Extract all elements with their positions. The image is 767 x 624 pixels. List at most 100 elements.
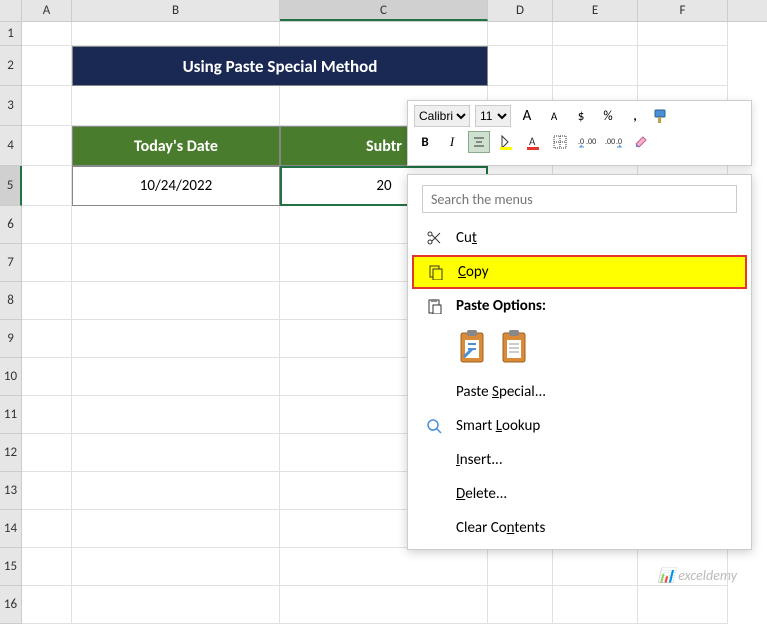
cell[interactable]	[638, 46, 728, 86]
font-family-select[interactable]: Calibri	[414, 105, 470, 127]
row-header-14[interactable]: 14	[0, 510, 22, 548]
cell[interactable]	[72, 510, 280, 548]
row-header-7[interactable]: 7	[0, 244, 22, 282]
font-size-select[interactable]: 11	[475, 105, 511, 127]
cell[interactable]	[22, 46, 72, 86]
row-header-16[interactable]: 16	[0, 586, 22, 624]
italic-button[interactable]: I	[441, 131, 463, 153]
cell[interactable]	[22, 126, 72, 166]
cell[interactable]	[280, 586, 488, 624]
col-header-a[interactable]: A	[22, 0, 72, 21]
row-header-1[interactable]: 1	[0, 22, 22, 46]
col-header-d[interactable]: D	[488, 0, 553, 21]
menu-search-input[interactable]	[422, 185, 737, 213]
cell[interactable]	[72, 358, 280, 396]
menu-insert[interactable]: Insert...	[408, 443, 751, 477]
percent-button[interactable]: %	[597, 105, 619, 127]
cell[interactable]	[22, 472, 72, 510]
cell[interactable]	[280, 548, 488, 586]
cell[interactable]	[72, 22, 280, 46]
cell[interactable]	[22, 434, 72, 472]
cell-date[interactable]: 10/24/2022	[72, 166, 280, 206]
cell[interactable]	[72, 244, 280, 282]
cell[interactable]	[638, 22, 728, 46]
cell[interactable]	[488, 548, 553, 586]
cell[interactable]	[22, 166, 72, 206]
cell[interactable]	[72, 396, 280, 434]
blank-icon	[424, 450, 444, 470]
currency-button[interactable]: $	[570, 105, 592, 127]
menu-smart-lookup[interactable]: Smart Lookup	[408, 409, 751, 443]
increase-font-icon[interactable]: A	[516, 105, 538, 127]
row-header-9[interactable]: 9	[0, 320, 22, 358]
cell[interactable]	[22, 548, 72, 586]
menu-label: Insert...	[456, 451, 741, 469]
font-color-icon[interactable]: A	[522, 131, 544, 153]
cell[interactable]	[72, 586, 280, 624]
cell[interactable]	[72, 472, 280, 510]
cell[interactable]	[638, 586, 728, 624]
borders-icon[interactable]	[549, 131, 571, 153]
menu-paste-special[interactable]: Paste Special...	[408, 375, 751, 409]
cell[interactable]	[553, 548, 638, 586]
decrease-decimal-icon[interactable]: .00.0	[603, 131, 625, 153]
cell[interactable]	[22, 22, 72, 46]
decrease-font-icon[interactable]: A	[543, 105, 565, 127]
paste-default-icon[interactable]	[458, 329, 488, 365]
cell[interactable]	[280, 22, 488, 46]
cell[interactable]	[72, 282, 280, 320]
row-header-12[interactable]: 12	[0, 434, 22, 472]
paste-values-icon[interactable]	[500, 329, 530, 365]
menu-copy[interactable]: Copy	[412, 255, 747, 289]
row-header-4[interactable]: 4	[0, 126, 22, 166]
row-header-15[interactable]: 15	[0, 548, 22, 586]
cell[interactable]	[22, 396, 72, 434]
increase-decimal-icon[interactable]: .0.00	[576, 131, 598, 153]
cell[interactable]	[553, 22, 638, 46]
cell[interactable]	[72, 548, 280, 586]
cell[interactable]	[488, 46, 553, 86]
row-header-10[interactable]: 10	[0, 358, 22, 396]
header-todays-date[interactable]: Today's Date	[72, 126, 280, 166]
fill-color-icon[interactable]	[495, 131, 517, 153]
cell[interactable]	[22, 358, 72, 396]
cell[interactable]	[22, 282, 72, 320]
menu-clear-contents[interactable]: Clear Contents	[408, 511, 751, 545]
bold-button[interactable]: B	[414, 131, 436, 153]
comma-button[interactable]: ,	[624, 105, 646, 127]
title-cell[interactable]: Using Paste Special Method	[72, 46, 488, 86]
col-header-b[interactable]: B	[72, 0, 280, 21]
clear-format-icon[interactable]	[630, 131, 652, 153]
cell[interactable]	[22, 320, 72, 358]
cell[interactable]	[72, 320, 280, 358]
row-header-6[interactable]: 6	[0, 206, 22, 244]
col-header-c[interactable]: C	[280, 0, 488, 21]
cell[interactable]	[72, 434, 280, 472]
row-header-11[interactable]: 11	[0, 396, 22, 434]
row-header-5[interactable]: 5	[0, 166, 22, 206]
cell[interactable]	[553, 46, 638, 86]
mini-toolbar: Calibri 11 A A $ % , B I A .0.00 .00.0	[407, 100, 752, 166]
menu-delete[interactable]: Delete...	[408, 477, 751, 511]
row-header-2[interactable]: 2	[0, 46, 22, 86]
cell[interactable]	[22, 510, 72, 548]
format-painter-icon[interactable]	[651, 105, 673, 127]
cell[interactable]	[488, 22, 553, 46]
cell[interactable]	[22, 244, 72, 282]
cell[interactable]	[22, 206, 72, 244]
col-header-e[interactable]: E	[553, 0, 638, 21]
cell[interactable]	[72, 206, 280, 244]
menu-cut[interactable]: Cut	[408, 221, 751, 255]
row-header-3[interactable]: 3	[0, 86, 22, 126]
align-center-icon[interactable]	[468, 131, 490, 153]
cell[interactable]	[553, 586, 638, 624]
select-all-corner[interactable]	[0, 0, 22, 21]
blank-icon	[424, 484, 444, 504]
cell[interactable]	[72, 86, 280, 126]
cell[interactable]	[22, 586, 72, 624]
row-header-8[interactable]: 8	[0, 282, 22, 320]
cell[interactable]	[22, 86, 72, 126]
row-header-13[interactable]: 13	[0, 472, 22, 510]
col-header-f[interactable]: F	[638, 0, 728, 21]
cell[interactable]	[488, 586, 553, 624]
